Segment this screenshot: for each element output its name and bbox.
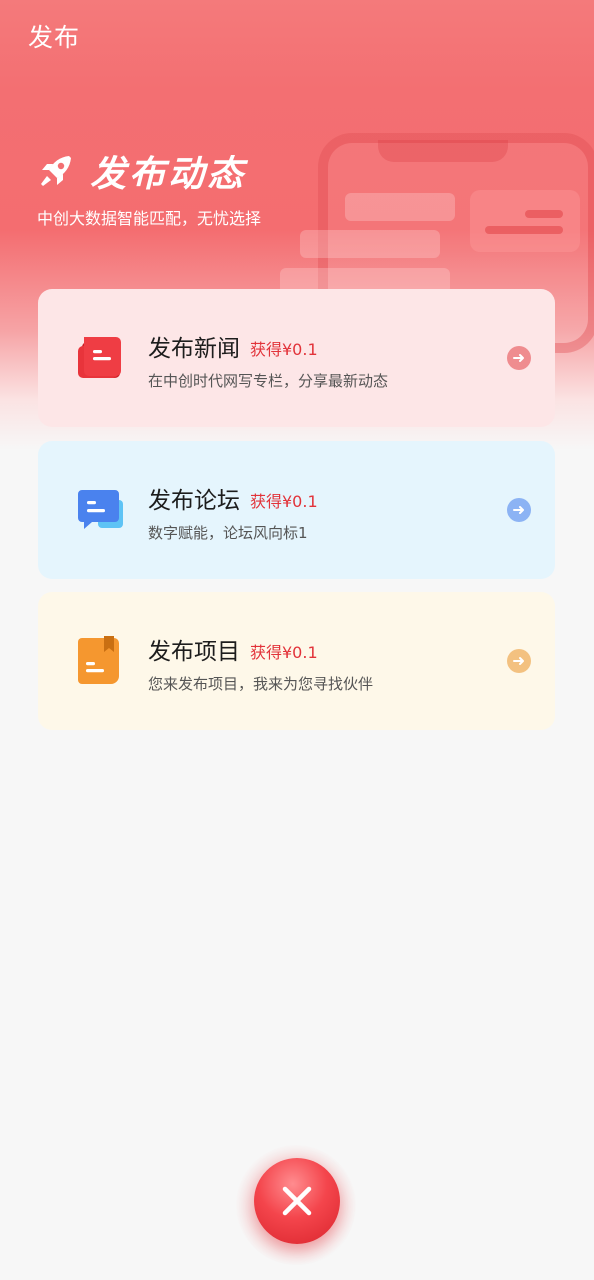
arrow-right-icon[interactable] (507, 346, 531, 370)
hero-title-row: 发布动态 (36, 146, 246, 196)
publish-project-card[interactable]: 发布项目 获得¥0.1 您来发布项目，我来为您寻找伙伴 (38, 592, 555, 730)
hero-title: 发布动态 (90, 154, 247, 195)
reward-label: 获得¥0.1 (250, 340, 318, 359)
news-icon (78, 337, 121, 378)
reward-label: 获得¥0.1 (250, 492, 318, 511)
publish-forum-card[interactable]: 发布论坛 获得¥0.1 数字赋能，论坛风向标1 (38, 441, 555, 579)
phone-notch-decoration (378, 140, 508, 162)
hero-subtitle: 中创大数据智能匹配，无忧选择 (37, 209, 262, 228)
decoration-bar (345, 193, 455, 221)
close-button[interactable] (254, 1158, 340, 1244)
card-title: 发布新闻 (148, 336, 240, 362)
card-title: 发布项目 (148, 639, 240, 665)
card-title: 发布论坛 (148, 488, 240, 514)
card-description: 您来发布项目，我来为您寻找伙伴 (148, 675, 374, 693)
rocket-icon (41, 156, 71, 186)
publish-news-card[interactable]: 发布新闻 获得¥0.1 在中创时代网写专栏，分享最新动态 (38, 289, 555, 427)
arrow-right-icon[interactable] (507, 649, 531, 673)
decoration-bar (300, 230, 440, 258)
reward-label: 获得¥0.1 (250, 643, 318, 662)
arrow-right-icon[interactable] (507, 498, 531, 522)
page-title: 发布 (28, 23, 81, 52)
card-description: 在中创时代网写专栏，分享最新动态 (148, 372, 389, 390)
chat-bubble-decoration (470, 190, 580, 252)
card-description: 数字赋能，论坛风向标1 (148, 524, 308, 542)
close-icon (282, 1186, 312, 1216)
forum-icon (78, 490, 123, 529)
project-icon (78, 636, 119, 684)
